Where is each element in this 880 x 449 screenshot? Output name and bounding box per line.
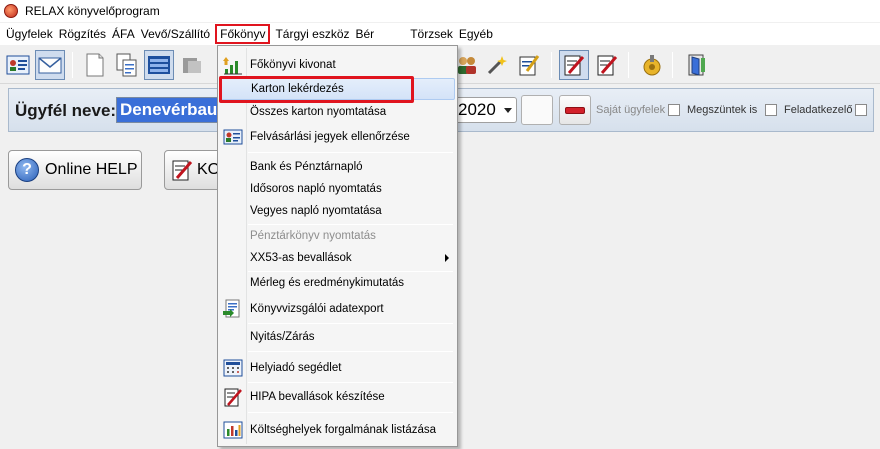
copy-pages-icon[interactable] — [112, 50, 142, 80]
menu-torzsek[interactable]: Törzsek — [407, 24, 456, 44]
task-manager-label: Feladatkezelő — [784, 104, 853, 116]
menu-item-label: Összes karton nyomtatása — [250, 106, 387, 118]
menu-item-merleg-eredmeny[interactable]: Mérleg és eredménykimutatás — [220, 272, 455, 294]
spreadsheet-icon[interactable] — [144, 50, 174, 80]
menu-separator — [248, 351, 453, 352]
minus-icon — [565, 106, 585, 114]
menu-item-label: Pénztárkönyv nyomtatás — [250, 230, 376, 242]
remove-client-button[interactable] — [559, 95, 591, 125]
menu-item-label: Idősoros napló nyomtatás — [250, 183, 382, 195]
menu-item-label: Nyitás/Zárás — [250, 331, 315, 343]
menu-item-label: Könyvvizsgálói adatexport — [250, 303, 384, 315]
menu-item-koltseghelyek[interactable]: Költséghelyek forgalmának listázása — [220, 419, 455, 441]
bar-chart-icon — [223, 420, 243, 440]
own-clients-label: Saját ügyfelek — [596, 104, 666, 116]
menu-item-fokonyvi-kivonat[interactable]: Főkönyvi kivonat — [220, 54, 455, 76]
menu-item-label: Költséghelyek forgalmának listázása — [250, 424, 437, 436]
menu-separator — [248, 323, 453, 324]
menu-item-nyitas-zaras[interactable]: Nyitás/Zárás — [220, 326, 455, 348]
terminated-too-label: Megszüntek is — [687, 104, 758, 116]
karton-highlight-frame — [219, 76, 414, 103]
menu-afa[interactable]: ÁFA — [109, 24, 138, 44]
pen-form-icon — [171, 158, 193, 182]
pen-form-icon — [223, 387, 243, 407]
menu-item-felvasarlasi-jegyek[interactable]: Felvásárlási jegyek ellenőrzése — [220, 126, 455, 148]
menu-item-label: Bank és Pénztárnapló — [250, 161, 363, 173]
menu-ugyfelek[interactable]: Ügyfelek — [3, 24, 56, 44]
menu-item-xx53-bevallasok[interactable]: XX53-as bevallások — [220, 247, 455, 269]
menu-item-helyiado-segedlet[interactable]: Helyiadó segédlet — [220, 357, 455, 379]
submenu-arrow-icon — [445, 254, 449, 262]
fokonyv-dropdown-menu: Főkönyvi kivonat Karton lekérdezés Össze… — [217, 45, 458, 447]
year-value: 2020 — [458, 100, 496, 119]
question-mark-icon: ? — [15, 158, 39, 182]
year-select[interactable]: 2020 — [455, 97, 517, 123]
title-bar: RELAX könyvelőprogram — [0, 0, 880, 22]
gray-card-icon[interactable] — [177, 50, 207, 80]
menu-item-label: Főkönyvi kivonat — [250, 59, 336, 71]
kontir-button[interactable]: KONTIR — [164, 150, 224, 190]
clients-card-icon[interactable] — [3, 50, 33, 80]
client-name-label: Ügyfél neve: — [15, 101, 117, 120]
client-action-button[interactable] — [521, 95, 553, 125]
own-clients-box[interactable] — [668, 104, 681, 116]
pen-form-icon[interactable] — [559, 50, 589, 80]
own-clients-checkbox[interactable]: Saját ügyfelek — [596, 104, 681, 116]
pen-document-icon[interactable] — [592, 50, 622, 80]
mail-envelope-icon[interactable] — [35, 50, 65, 80]
menu-item-bank-penztarnaplo[interactable]: Bank és Pénztárnapló — [220, 156, 455, 178]
exit-door-icon[interactable] — [682, 50, 712, 80]
blank-page-icon[interactable] — [80, 50, 110, 80]
plugin-gear-icon[interactable] — [637, 50, 667, 80]
online-help-button[interactable]: ? Online HELP — [8, 150, 142, 190]
menu-item-label: Vegyes napló nyomtatása — [250, 205, 382, 217]
menu-item-idosoros-naplo[interactable]: Idősoros napló nyomtatás — [220, 178, 455, 200]
menu-item-label: Felvásárlási jegyek ellenőrzése — [250, 131, 410, 143]
menu-item-penztarkonyv: Pénztárkönyv nyomtatás — [220, 225, 455, 247]
menu-item-label: HIPA bevallások készítése — [250, 391, 385, 403]
menu-fokonyv[interactable]: Főkönyv — [215, 24, 271, 44]
menu-separator — [248, 152, 453, 153]
terminated-too-checkbox[interactable]: Megszüntek is — [687, 104, 778, 116]
menu-separator — [248, 412, 453, 413]
menu-egyeb[interactable]: Egyéb — [456, 24, 496, 44]
task-manager-checkbox[interactable]: Feladatkezelő — [784, 104, 867, 116]
menu-separator — [248, 382, 453, 383]
menu-rogzites[interactable]: Rögzítés — [56, 24, 109, 44]
edit-form-icon[interactable] — [514, 50, 544, 80]
menu-item-label: XX53-as bevallások — [250, 252, 352, 264]
id-card-icon — [223, 127, 243, 147]
menu-item-osszes-karton[interactable]: Összes karton nyomtatása — [220, 101, 455, 123]
menu-item-vegyes-naplo[interactable]: Vegyes napló nyomtatása — [220, 200, 455, 222]
task-manager-box[interactable] — [854, 104, 867, 116]
menu-item-label: Mérleg és eredménykimutatás — [250, 277, 405, 289]
menu-item-hipa-bevallasok[interactable]: HIPA bevallások készítése — [220, 386, 455, 408]
online-help-label: Online HELP — [45, 161, 138, 178]
ledger-chart-icon — [223, 55, 243, 75]
terminated-too-box[interactable] — [765, 104, 778, 116]
menu-ber[interactable]: Bér — [353, 24, 378, 44]
export-document-icon — [223, 299, 243, 319]
menu-bar: Ügyfelek Rögzítés ÁFA Vevő/Szállító Főkö… — [0, 23, 880, 45]
calculator-grid-icon — [223, 358, 243, 378]
menu-vevo-szallito[interactable]: Vevő/Szállító — [138, 24, 213, 44]
magic-wand-icon[interactable] — [482, 50, 512, 80]
menu-targyi-eszkoz[interactable]: Tárgyi eszköz — [272, 24, 352, 44]
menu-item-label: Helyiadó segédlet — [250, 362, 342, 374]
window-title: RELAX könyvelőprogram — [25, 4, 160, 18]
menu-item-konyvvizsgaloi-export[interactable]: Könyvvizsgálói adatexport — [220, 298, 455, 320]
app-logo-icon — [4, 4, 18, 18]
chevron-down-icon — [504, 108, 512, 113]
